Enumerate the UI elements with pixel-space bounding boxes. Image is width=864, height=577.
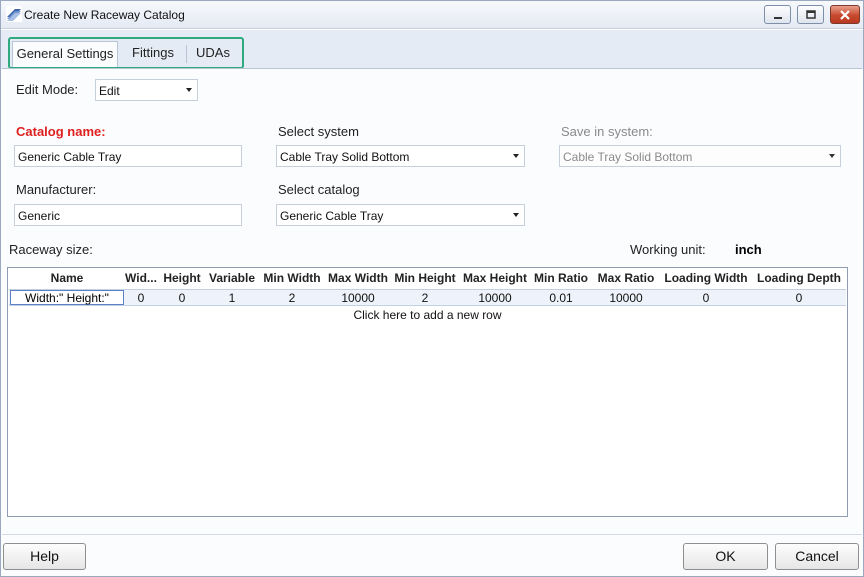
chevron-down-icon (186, 88, 192, 92)
row-max-ratio-cell[interactable]: 10000 (593, 291, 659, 305)
tabs-highlight-box (8, 37, 244, 69)
row-min-height-cell[interactable]: 2 (392, 291, 458, 305)
save-in-system-select: Cable Tray Solid Bottom (559, 145, 841, 167)
cancel-button[interactable]: Cancel (775, 543, 859, 570)
column-header-variable[interactable]: Variable (206, 271, 258, 285)
window-title: Create New Raceway Catalog (24, 8, 185, 22)
dialog-window: Create New Raceway Catalog General Setti… (0, 0, 864, 577)
close-button[interactable] (830, 5, 860, 24)
chevron-down-icon (513, 154, 519, 158)
raceway-app-icon (6, 6, 22, 22)
column-header-min-height[interactable]: Min Height (392, 271, 458, 285)
add-new-row-link[interactable]: Click here to add a new row (8, 308, 847, 322)
column-header-max-ratio[interactable]: Max Ratio (593, 271, 659, 285)
working-unit-label: Working unit: (630, 242, 706, 257)
manufacturer-input[interactable]: Generic (14, 204, 242, 226)
select-catalog-value: Generic Cable Tray (280, 209, 384, 223)
close-icon (840, 9, 850, 20)
minimize-icon (773, 16, 782, 19)
save-in-system-value: Cable Tray Solid Bottom (563, 150, 693, 164)
edit-mode-select[interactable]: Edit (95, 79, 198, 101)
select-catalog-label: Select catalog (278, 182, 360, 197)
select-catalog-select[interactable]: Generic Cable Tray (276, 204, 525, 226)
column-header-width[interactable]: Wid... (125, 271, 157, 285)
row-name-cell[interactable]: Width:" Height:" (10, 290, 124, 305)
raceway-size-grid[interactable]: Name Wid... Height Variable Min Width Ma… (7, 267, 848, 517)
edit-mode-label: Edit Mode: (16, 82, 79, 97)
maximize-icon (805, 9, 816, 19)
help-button[interactable]: Help (3, 543, 86, 570)
row-loading-depth-cell[interactable]: 0 (753, 291, 845, 305)
select-system-label: Select system (278, 124, 359, 139)
row-max-width-cell[interactable]: 10000 (325, 291, 391, 305)
select-system-select[interactable]: Cable Tray Solid Bottom (276, 145, 525, 167)
grid-header: Name Wid... Height Variable Min Width Ma… (8, 268, 847, 288)
maximize-button[interactable] (797, 5, 824, 24)
chevron-down-icon (829, 154, 835, 158)
table-row[interactable]: Width:" Height:" 0 0 1 2 10000 2 10000 0… (9, 289, 846, 306)
catalog-name-input[interactable]: Generic Cable Tray (14, 145, 242, 167)
title-bar: Create New Raceway Catalog (1, 1, 863, 29)
manufacturer-label: Manufacturer: (16, 182, 97, 197)
column-header-height[interactable]: Height (159, 271, 205, 285)
row-width-cell[interactable]: 0 (125, 291, 157, 305)
working-unit-value: inch (735, 242, 762, 257)
row-min-ratio-cell[interactable]: 0.01 (531, 291, 591, 305)
raceway-size-label: Raceway size: (9, 242, 93, 257)
column-header-max-width[interactable]: Max Width (325, 271, 391, 285)
column-header-min-width[interactable]: Min Width (260, 271, 324, 285)
edit-mode-value: Edit (99, 84, 120, 98)
row-variable-cell[interactable]: 1 (206, 291, 258, 305)
row-loading-width-cell[interactable]: 0 (661, 291, 751, 305)
button-bar: Help OK Cancel (2, 534, 862, 576)
column-header-min-ratio[interactable]: Min Ratio (531, 271, 591, 285)
select-system-value: Cable Tray Solid Bottom (280, 150, 410, 164)
row-height-cell[interactable]: 0 (159, 291, 205, 305)
column-header-loading-width[interactable]: Loading Width (661, 271, 751, 285)
row-min-width-cell[interactable]: 2 (260, 291, 324, 305)
column-header-name[interactable]: Name (10, 271, 124, 285)
chevron-down-icon (513, 213, 519, 217)
column-header-loading-depth[interactable]: Loading Depth (753, 271, 845, 285)
save-in-system-label: Save in system: (561, 124, 653, 139)
minimize-button[interactable] (764, 5, 791, 24)
column-header-max-height[interactable]: Max Height (460, 271, 530, 285)
catalog-name-label: Catalog name: (16, 124, 106, 139)
ok-button[interactable]: OK (683, 543, 768, 570)
row-max-height-cell[interactable]: 10000 (460, 291, 530, 305)
